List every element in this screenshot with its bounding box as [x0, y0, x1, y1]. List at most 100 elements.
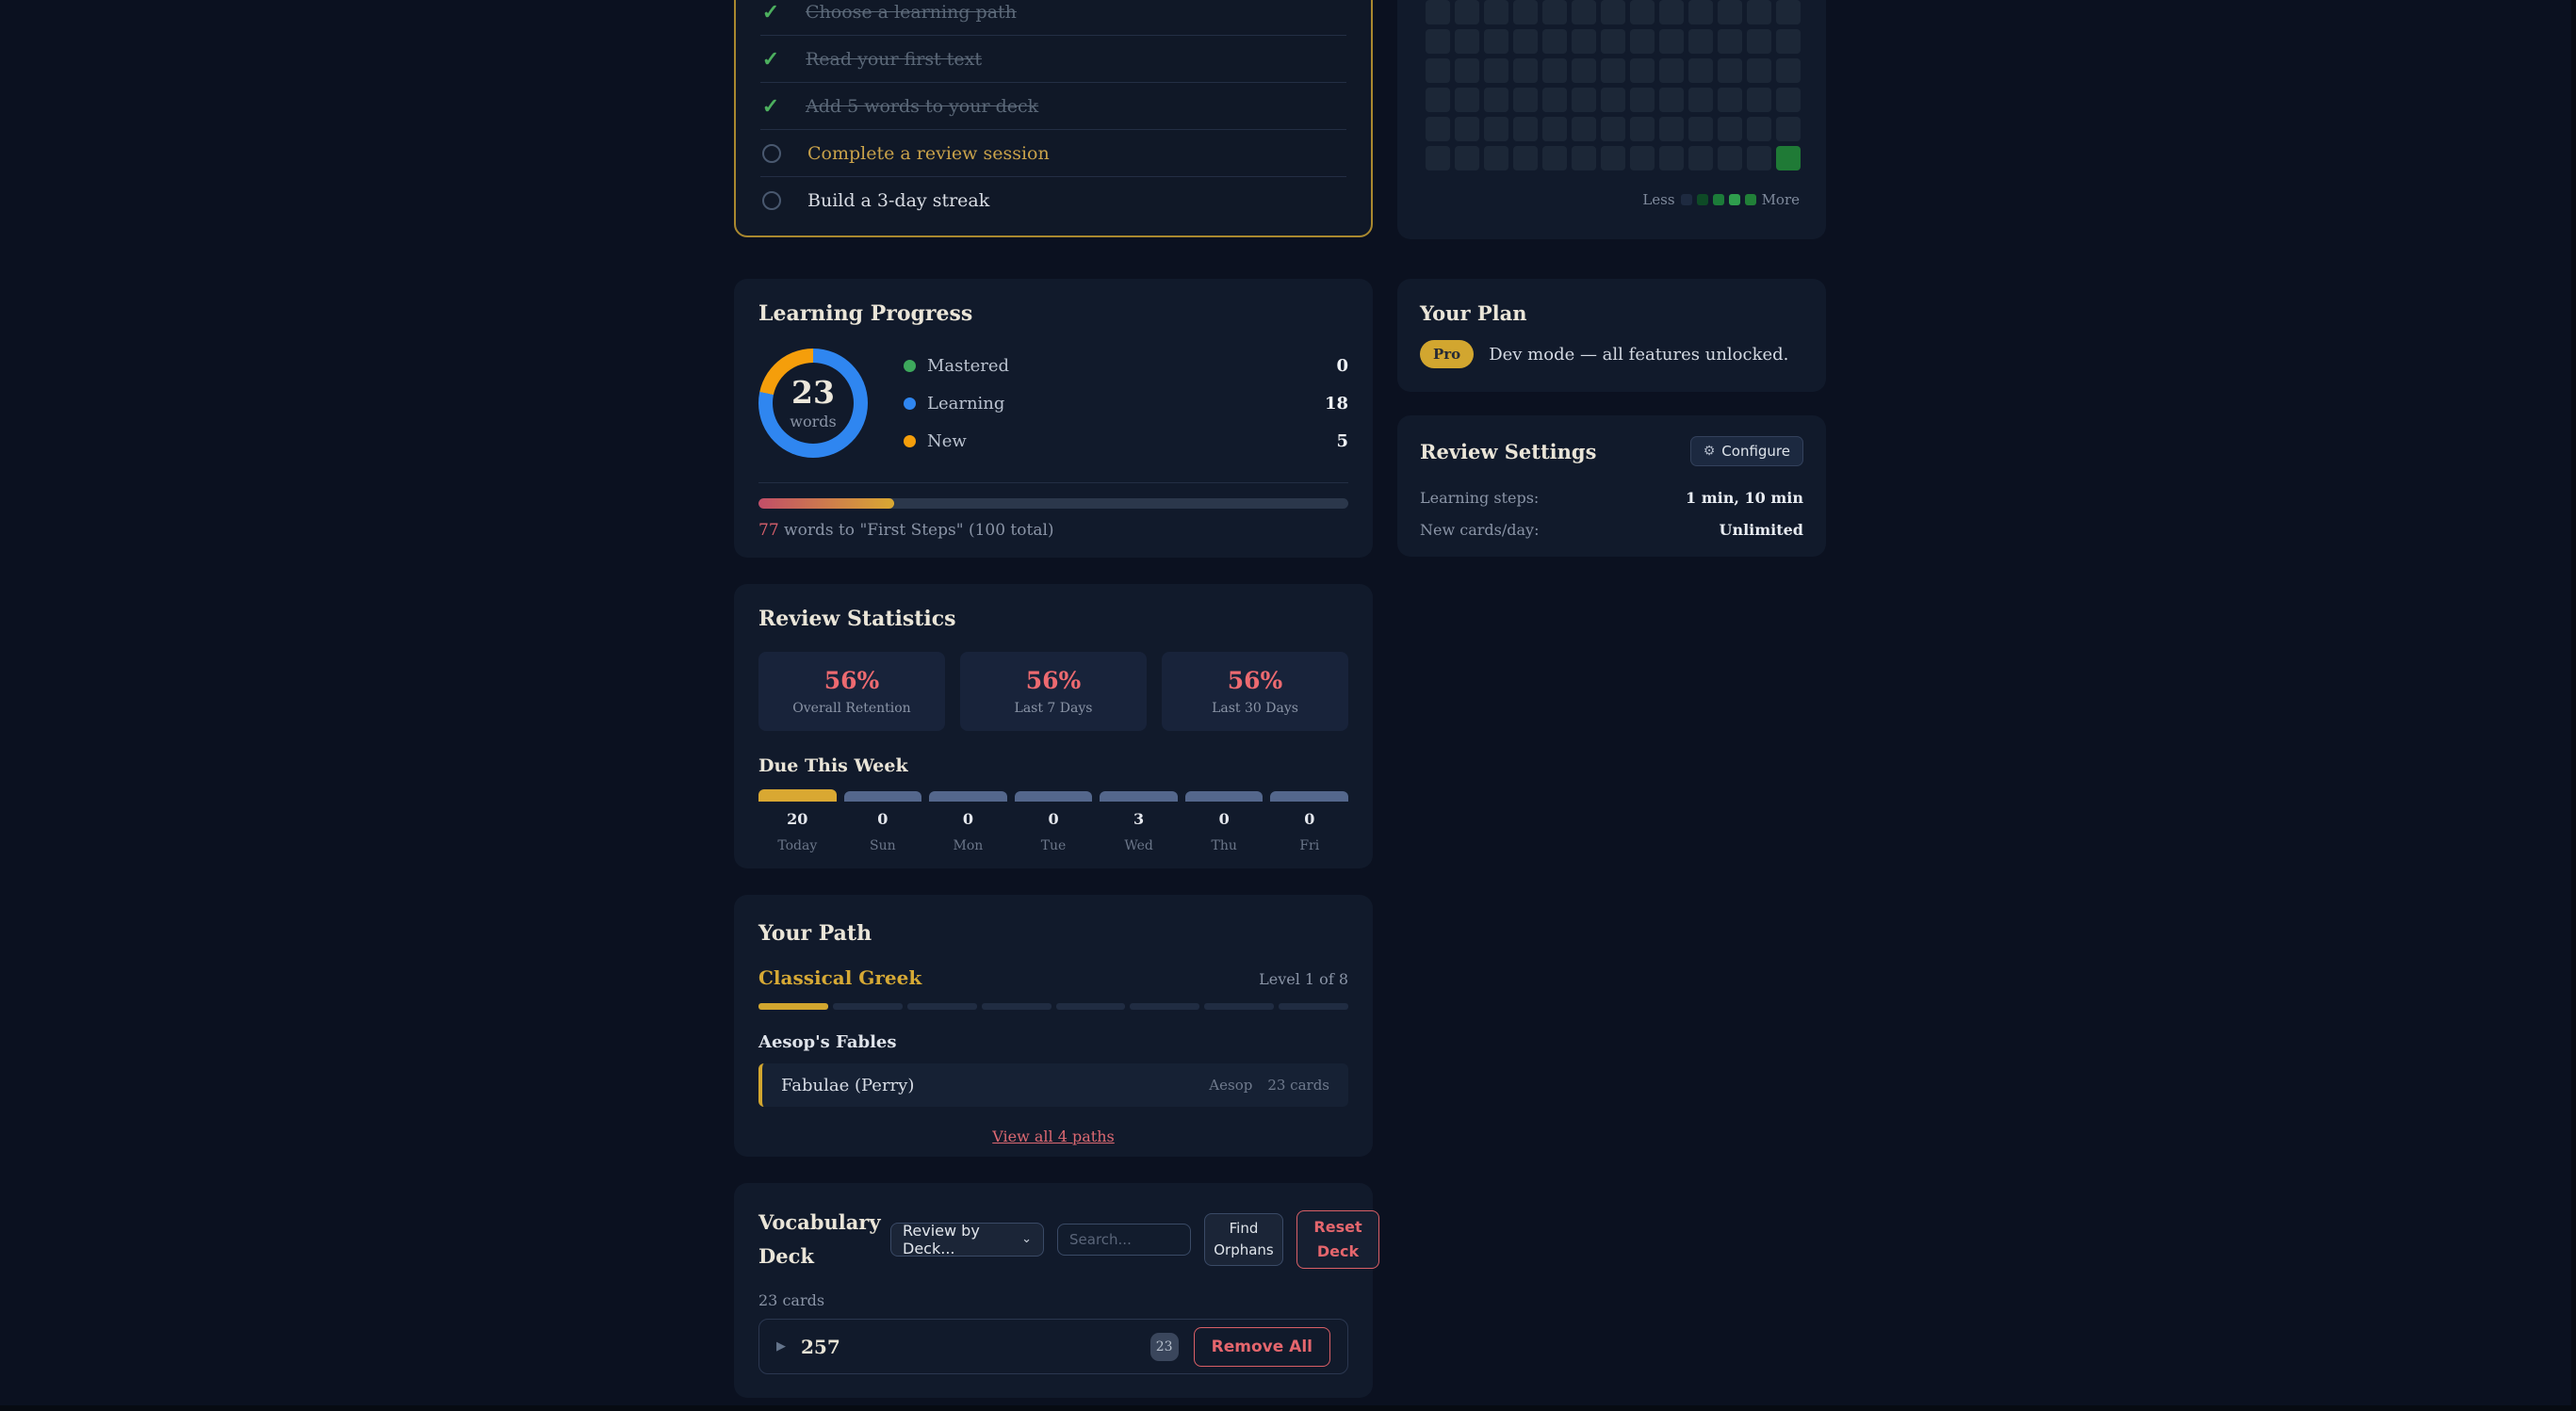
- heatmap-cell: [1688, 0, 1713, 24]
- stat-value: 56%: [824, 667, 880, 694]
- due-day-label: Wed: [1100, 838, 1178, 853]
- heatmap-cell: [1542, 117, 1567, 141]
- heatmap-cell: [1426, 117, 1450, 141]
- review-statistics-title: Review Statistics: [758, 607, 1348, 631]
- deck-card-count: 23 cards: [758, 1291, 1348, 1309]
- dashboard-page: { "checklist": { "items": [ {"label": "C…: [0, 0, 2576, 1411]
- due-day-label: Tue: [1015, 838, 1093, 853]
- heatmap-cell: [1484, 117, 1508, 141]
- setting-value: Unlimited: [1719, 521, 1803, 539]
- stat-boxes: 56% Overall Retention 56% Last 7 Days 56…: [758, 652, 1348, 731]
- heatmap-cell: [1513, 58, 1538, 83]
- legend-label: Mastered: [927, 356, 1009, 376]
- donut-total-value: 23: [791, 377, 835, 408]
- deck-group-count-badge: 23: [1150, 1333, 1179, 1361]
- checklist-item[interactable]: Build a 3-day streak: [760, 177, 1346, 223]
- heatmap-cell: [1688, 58, 1713, 83]
- search-input[interactable]: [1057, 1224, 1191, 1256]
- stat-box-last-30-days: 56% Last 30 Days: [1162, 652, 1348, 731]
- deck-group-row[interactable]: ▶ 257 23 Remove All: [758, 1319, 1348, 1374]
- learning-progress-title: Learning Progress: [758, 301, 1348, 326]
- divider: [758, 482, 1348, 483]
- review-settings-title: Review Settings: [1420, 440, 1596, 463]
- checklist-item[interactable]: ✓Read your first text: [760, 36, 1346, 83]
- setting-label: Learning steps:: [1420, 489, 1539, 507]
- path-item-fabulae[interactable]: Fabulae (Perry) Aesop 23 cards: [758, 1063, 1348, 1107]
- heatmap-cell: [1542, 146, 1567, 170]
- view-all-paths-link[interactable]: View all 4 paths: [992, 1127, 1115, 1145]
- heatmap-cell: [1572, 88, 1596, 112]
- donut-center: 23 words: [773, 363, 854, 444]
- legend-level-icon: [1697, 194, 1708, 205]
- your-path-card: Your Path Classical Greek Level 1 of 8 A…: [734, 895, 1373, 1157]
- milestone-caption-text: words to "First Steps" (100 total): [779, 521, 1054, 540]
- vocab-controls: Review by Deck... ⌄ Find Orphans Reset D…: [890, 1210, 1379, 1269]
- unchecked-circle-icon: [762, 191, 781, 210]
- stat-box-overall-retention: 56% Overall Retention: [758, 652, 945, 731]
- due-day-bar: [1015, 791, 1093, 802]
- legend-level-icon: [1713, 194, 1724, 205]
- heatmap-cell: [1747, 58, 1771, 83]
- heatmap-cell: [1630, 146, 1655, 170]
- heatmap-cell: [1688, 88, 1713, 112]
- due-day-label: Fri: [1270, 838, 1348, 853]
- path-header-row: Classical Greek Level 1 of 8: [758, 966, 1348, 989]
- plan-row: Pro Dev mode — all features unlocked.: [1420, 340, 1803, 368]
- due-day-value: 3: [1100, 810, 1178, 828]
- legend-less-label: Less: [1642, 191, 1674, 208]
- stat-value: 56%: [1026, 667, 1082, 694]
- heatmap-cell: [1601, 117, 1625, 141]
- review-mode-select[interactable]: Review by Deck... ⌄: [890, 1223, 1044, 1257]
- checklist-item[interactable]: Complete a review session: [760, 130, 1346, 177]
- stat-value: 56%: [1228, 667, 1283, 694]
- heatmap-cell: [1426, 146, 1450, 170]
- legend-squares: [1681, 194, 1756, 205]
- checklist-item[interactable]: ✓Add 5 words to your deck: [760, 83, 1346, 130]
- heatmap-cell: [1542, 88, 1567, 112]
- path-item-name: Fabulae (Perry): [781, 1076, 914, 1095]
- due-day-column: 3 Wed: [1100, 791, 1178, 853]
- due-day-bar: [1100, 791, 1178, 802]
- due-day-value: 0: [1015, 810, 1093, 828]
- heatmap-cell: [1426, 88, 1450, 112]
- heatmap-cell: [1513, 146, 1538, 170]
- heatmap-cell: [1630, 0, 1655, 24]
- find-orphans-button[interactable]: Find Orphans: [1204, 1213, 1283, 1266]
- remove-all-button[interactable]: Remove All: [1194, 1327, 1330, 1367]
- due-day-column: 0 Tue: [1015, 791, 1093, 853]
- path-item-card-count: 23 cards: [1267, 1077, 1329, 1094]
- expand-caret-icon[interactable]: ▶: [776, 1339, 786, 1354]
- setting-row-new-cards: New cards/day: Unlimited: [1420, 521, 1803, 539]
- gear-icon: ⚙: [1704, 444, 1716, 459]
- heatmap-cell: [1747, 29, 1771, 54]
- due-day-value: 0: [1270, 810, 1348, 828]
- stat-label: Last 30 Days: [1212, 701, 1298, 716]
- reset-deck-button[interactable]: Reset Deck: [1296, 1210, 1379, 1269]
- configure-button[interactable]: ⚙ Configure: [1690, 436, 1803, 466]
- heatmap-cell: [1484, 146, 1508, 170]
- checklist: ✓Choose a learning path✓Read your first …: [760, 0, 1346, 223]
- heatmap-cell: [1718, 117, 1742, 141]
- vocabulary-deck-title: Vocabulary Deck: [758, 1206, 870, 1273]
- heatmap-cell: [1747, 0, 1771, 24]
- heatmap-cell: [1630, 29, 1655, 54]
- checklist-item-label: Complete a review session: [807, 143, 1050, 164]
- checklist-item[interactable]: ✓Choose a learning path: [760, 0, 1346, 36]
- heatmap-cell: [1455, 117, 1479, 141]
- due-day-column: 0Mon: [929, 791, 1007, 853]
- check-icon: ✓: [760, 94, 781, 119]
- deck-group-name: 257: [801, 1336, 840, 1358]
- heatmap-cell: [1484, 29, 1508, 54]
- learning-progress-card: Learning Progress 23 words Mastered 0 Le…: [734, 279, 1373, 558]
- due-day-bar: [1270, 791, 1348, 802]
- milestone-progress-fill: [758, 498, 894, 509]
- heatmap-cell: [1572, 117, 1596, 141]
- chevron-down-icon: ⌄: [1021, 1232, 1032, 1246]
- path-level-segment: [1204, 1003, 1274, 1010]
- path-level-segment: [1056, 1003, 1126, 1010]
- path-level-text: Level 1 of 8: [1259, 970, 1348, 988]
- viewport-right-edge: [2571, 0, 2576, 1411]
- donut-total-label: words: [790, 413, 836, 430]
- heatmap-cell: [1659, 88, 1684, 112]
- due-day-value: 0: [929, 810, 1007, 828]
